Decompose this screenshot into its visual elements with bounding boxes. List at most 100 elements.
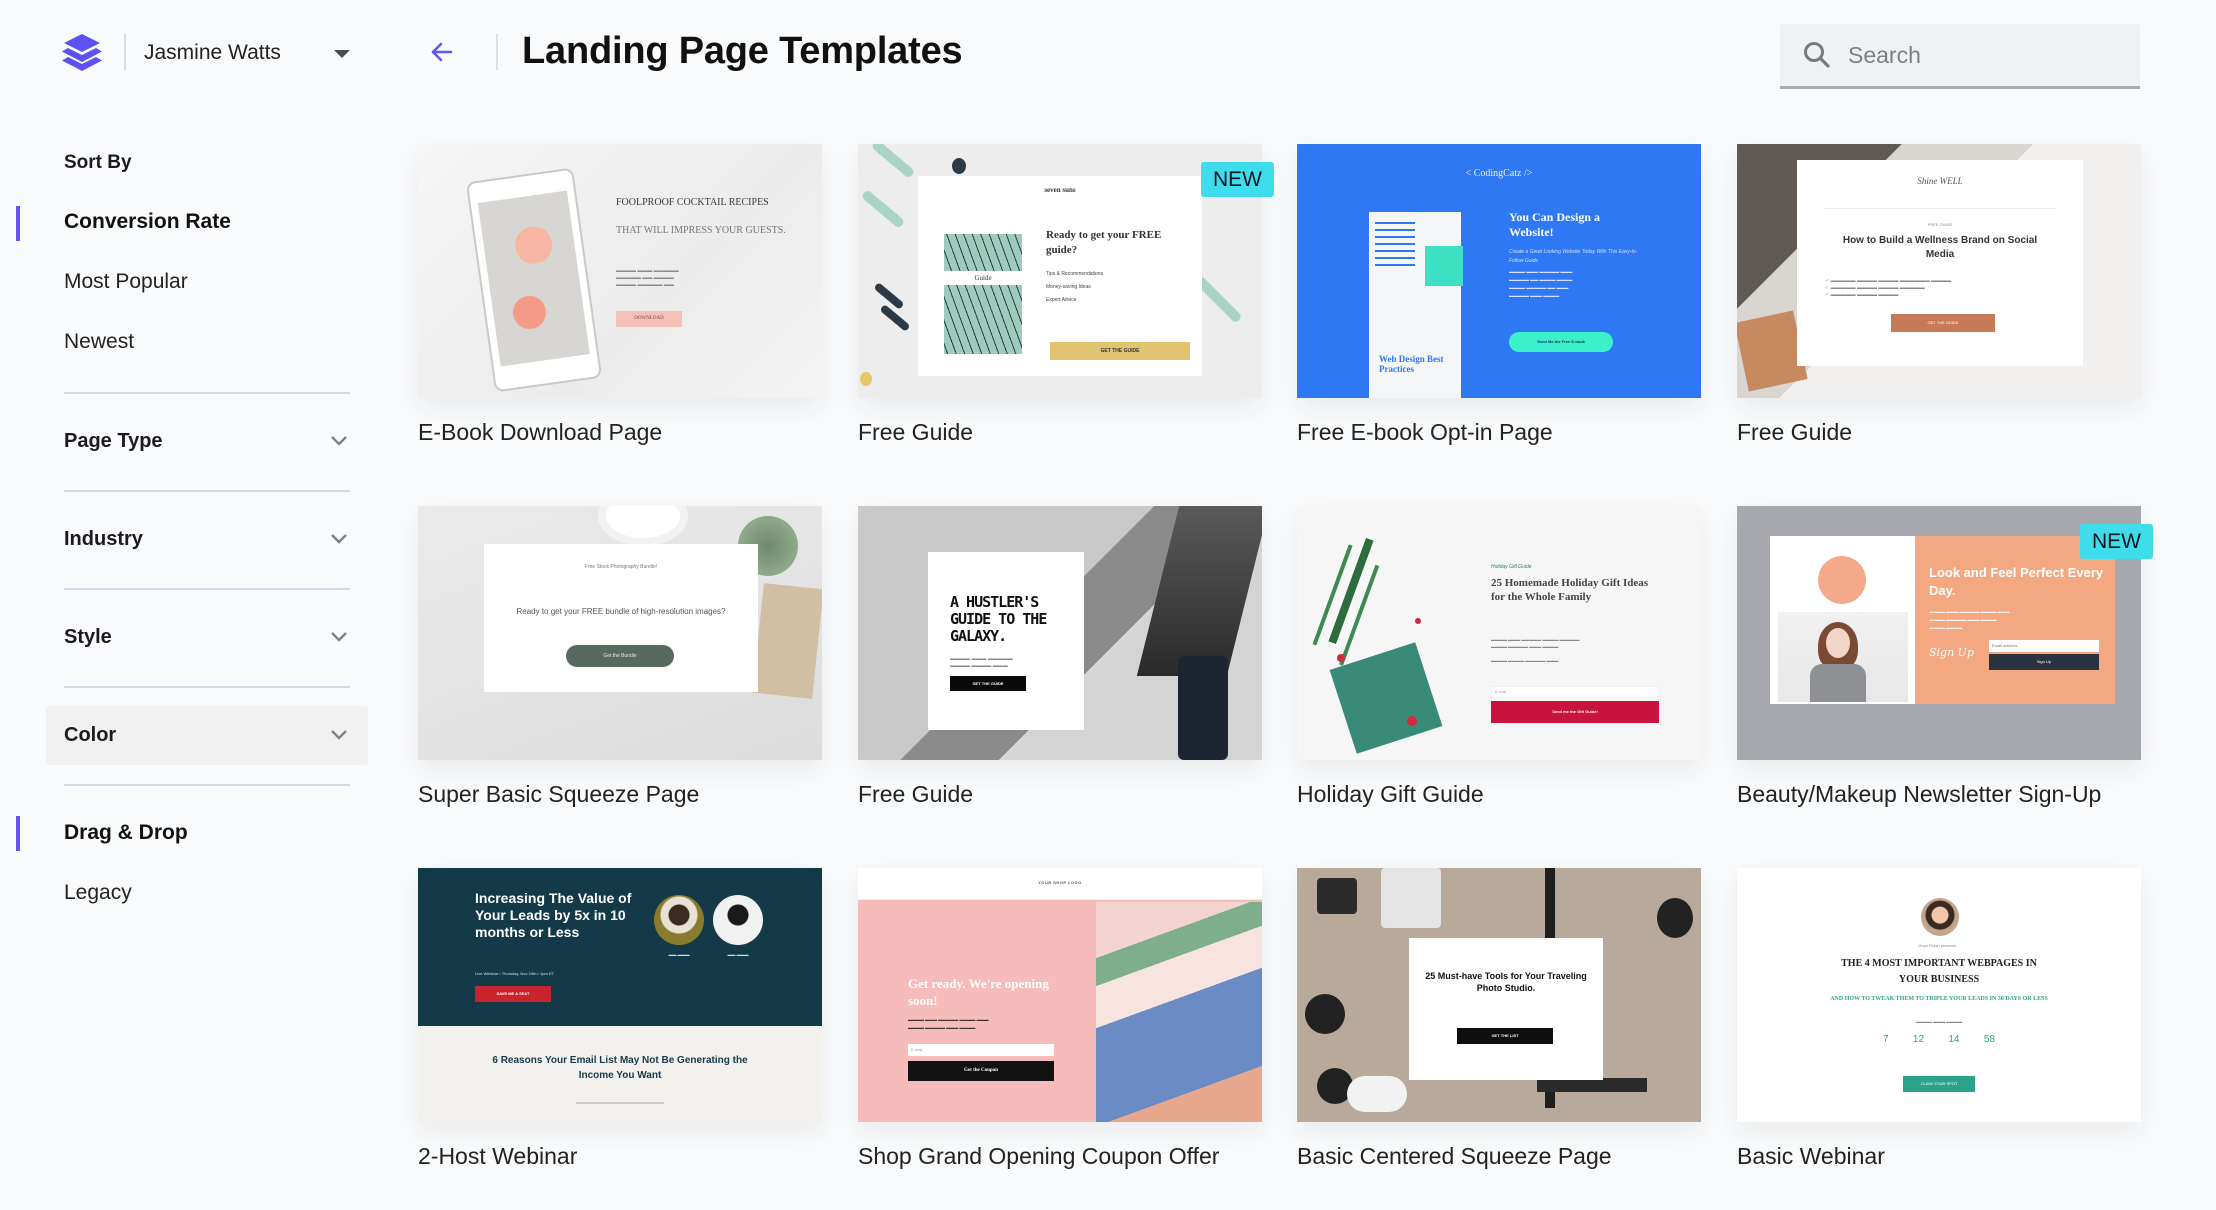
preview-cta: GET THE GUIDE bbox=[1050, 342, 1190, 360]
preview-brand: Shine WELL bbox=[1917, 176, 1963, 186]
filter-industry[interactable]: Industry bbox=[46, 510, 368, 569]
template-thumbnail[interactable]: Holiday Gift Guide 25 Homemade Holiday G… bbox=[1297, 506, 1701, 760]
new-badge: NEW bbox=[1201, 162, 1274, 197]
filter-label: Page Type bbox=[64, 430, 163, 452]
template-card[interactable]: < CodingCatz /> Web Design Best Practice… bbox=[1297, 144, 1701, 445]
template-name: Free Guide bbox=[858, 781, 974, 807]
filter-label: Color bbox=[64, 724, 117, 746]
new-badge: NEW bbox=[2080, 524, 2153, 559]
template-card[interactable]: Hope Rubin presents... THE 4 MOST IMPORT… bbox=[1737, 868, 2141, 1169]
preview-card: 25 Must-have Tools for Your Traveling Ph… bbox=[1409, 938, 1603, 1080]
chevron-down-icon bbox=[331, 632, 347, 642]
preview-brand: YOUR SHOP LOGO bbox=[1038, 880, 1082, 885]
template-thumbnail[interactable]: Shine WELL FREE GUIDE How to Build a Wel… bbox=[1737, 144, 2141, 398]
template-card[interactable]: seven suns Guide Ready to get your FREE … bbox=[858, 144, 1274, 445]
preview-bullet: Tips & Recommendations bbox=[1046, 271, 1104, 277]
preview-signup-panel: Look and Feel Perfect Every Day. ▬▬▬▬ ▬▬… bbox=[1915, 536, 2115, 704]
preview-book-title: Web Design Best Practices bbox=[1379, 354, 1444, 374]
sort-option-conversion-rate[interactable]: Conversion Rate bbox=[64, 208, 231, 236]
preview-heading: Increasing The Value of Your Leads by 5x… bbox=[475, 890, 632, 940]
preview-cta: DOWNLOAD bbox=[616, 311, 682, 327]
preview-input: E-mail bbox=[1491, 686, 1659, 698]
template-thumbnail[interactable]: < CodingCatz /> Web Design Best Practice… bbox=[1297, 144, 1701, 398]
template-card[interactable]: YOUR SHOP LOGO Get ready. We're opening … bbox=[858, 868, 1262, 1169]
preview-card: Free Stock Photography Bundle! Ready to … bbox=[484, 544, 758, 692]
template-thumbnail[interactable]: Increasing The Value of Your Leads by 5x… bbox=[418, 868, 822, 1122]
template-card[interactable]: Increasing The Value of Your Leads by 5x… bbox=[418, 868, 822, 1169]
preview-heading: THE 4 MOST IMPORTANT WEBPAGES IN YOUR BU… bbox=[1841, 958, 2037, 985]
preview-card: seven suns Guide Ready to get your FREE … bbox=[918, 176, 1202, 376]
preview-kicker: Holiday Gift Guide bbox=[1491, 564, 1532, 570]
preview-brand: seven suns bbox=[1044, 186, 1076, 194]
template-card[interactable]: A HUSTLER'S GUIDE TO THE GALAXY. ▬▬▬▬ ▬▬… bbox=[858, 506, 1262, 807]
preview-heading: Ready to get your FREE guide? bbox=[1046, 229, 1162, 256]
layers-icon[interactable] bbox=[56, 32, 108, 74]
builder-option-legacy[interactable]: Legacy bbox=[64, 879, 132, 907]
preview-card: Shine WELL FREE GUIDE How to Build a Wel… bbox=[1797, 160, 2083, 366]
preview-cta: GET THE GUIDE bbox=[950, 676, 1026, 691]
preview-subheading: AND HOW TO TWEAK THEM TO TRIPLE YOUR LEA… bbox=[1830, 996, 2048, 1002]
preview-kicker: Free Stock Photography Bundle! bbox=[584, 564, 658, 570]
preview-subheading: THAT WILL IMPRESS YOUR GUESTS. bbox=[616, 225, 786, 236]
filter-style[interactable]: Style bbox=[46, 608, 368, 667]
template-card[interactable]: Holiday Gift Guide 25 Homemade Holiday G… bbox=[1297, 506, 1701, 807]
preview-kicker: FREE GUIDE bbox=[1927, 222, 1953, 227]
preview-card: A HUSTLER'S GUIDE TO THE GALAXY. ▬▬▬▬ ▬▬… bbox=[928, 552, 1084, 730]
active-builder-indicator bbox=[16, 816, 20, 851]
preview-heading: How to Build a Wellness Brand on Social … bbox=[1842, 235, 2038, 260]
builder-option-drag-drop[interactable]: Drag & Drop bbox=[64, 819, 188, 847]
sort-option-newest[interactable]: Newest bbox=[64, 328, 134, 356]
template-thumbnail[interactable]: FOOLPROOF COCKTAIL RECIPES THAT WILL IMP… bbox=[418, 144, 822, 398]
preview-cta: Sign Up bbox=[1989, 654, 2099, 670]
chevron-down-icon bbox=[331, 730, 347, 740]
preview-cta: GET THE LIST bbox=[1457, 1028, 1553, 1044]
template-card[interactable]: Free Stock Photography Bundle! Ready to … bbox=[418, 506, 822, 807]
template-card[interactable]: Look and Feel Perfect Every Day. ▬▬▬▬ ▬▬… bbox=[1737, 506, 2153, 807]
preview-countdown: 7 12 14 58 bbox=[1883, 1034, 1995, 1045]
template-card[interactable]: FOOLPROOF COCKTAIL RECIPES THAT WILL IMP… bbox=[418, 144, 822, 445]
preview-subheading: Create a Great Looking Website Today Wit… bbox=[1509, 249, 1638, 264]
template-card[interactable]: 25 Must-have Tools for Your Traveling Ph… bbox=[1297, 868, 1701, 1169]
sidebar-divider bbox=[64, 490, 350, 492]
template-thumbnail[interactable]: 25 Must-have Tools for Your Traveling Ph… bbox=[1297, 868, 1701, 1122]
template-card[interactable]: Shine WELL FREE GUIDE How to Build a Wel… bbox=[1737, 144, 2141, 445]
sort-option-most-popular[interactable]: Most Popular bbox=[64, 268, 188, 296]
template-thumbnail[interactable]: Hope Rubin presents... THE 4 MOST IMPORT… bbox=[1737, 868, 2141, 1122]
preview-cta: Get the Coupon bbox=[908, 1061, 1054, 1081]
account-name[interactable]: Jasmine Watts bbox=[144, 38, 281, 68]
caret-down-icon[interactable] bbox=[334, 50, 350, 58]
tablet-image bbox=[465, 167, 603, 393]
filter-color[interactable]: Color bbox=[46, 706, 368, 765]
preview-footer: 6 Reasons Your Email List May Not Be Gen… bbox=[492, 1055, 748, 1081]
arrow-left-icon[interactable] bbox=[426, 36, 458, 68]
template-name: Beauty/Makeup Newsletter Sign-Up bbox=[1737, 781, 2102, 807]
preview-heading: Look and Feel Perfect Every Day. bbox=[1929, 565, 2104, 598]
preview-cta: Send Me the Free E-book bbox=[1509, 332, 1613, 352]
preview-meta: Live Webinar • Thursday, Nov 24th • 1pm … bbox=[475, 971, 555, 976]
chevron-down-icon bbox=[331, 534, 347, 544]
preview-brand: < CodingCatz /> bbox=[1465, 168, 1533, 179]
template-thumbnail[interactable]: YOUR SHOP LOGO Get ready. We're opening … bbox=[858, 868, 1262, 1122]
template-thumbnail[interactable]: A HUSTLER'S GUIDE TO THE GALAXY. ▬▬▬▬ ▬▬… bbox=[858, 506, 1262, 760]
preview-input: E-mail bbox=[908, 1044, 1054, 1056]
search-input[interactable] bbox=[1848, 41, 2118, 69]
active-sort-indicator bbox=[16, 206, 20, 241]
template-thumbnail[interactable]: Free Stock Photography Bundle! Ready to … bbox=[418, 506, 822, 760]
template-name: Free Guide bbox=[858, 419, 974, 445]
search-box[interactable] bbox=[1780, 24, 2140, 89]
preview-heading: Get ready. We're opening soon! bbox=[908, 976, 1049, 1008]
filter-page-type[interactable]: Page Type bbox=[46, 412, 368, 471]
preview-hero: Increasing The Value of Your Leads by 5x… bbox=[418, 868, 822, 1026]
title-divider bbox=[496, 34, 498, 70]
template-name: Basic Webinar bbox=[1737, 1143, 1885, 1169]
countdown-seconds: 58 bbox=[1983, 1034, 1995, 1045]
preview-cta: CLAIM YOUR SPOT bbox=[1903, 1076, 1975, 1092]
sort-by-label: Sort By bbox=[64, 152, 132, 173]
preview-cta: Send me the Gift Guide! bbox=[1491, 701, 1659, 723]
page-title: Landing Page Templates bbox=[522, 30, 963, 72]
sidebar-divider bbox=[64, 784, 350, 786]
template-name: Holiday Gift Guide bbox=[1297, 781, 1484, 807]
countdown-hours: 12 bbox=[1912, 1034, 1925, 1045]
preview-input: Email address bbox=[1989, 640, 2099, 652]
filter-label: Industry bbox=[64, 528, 143, 550]
